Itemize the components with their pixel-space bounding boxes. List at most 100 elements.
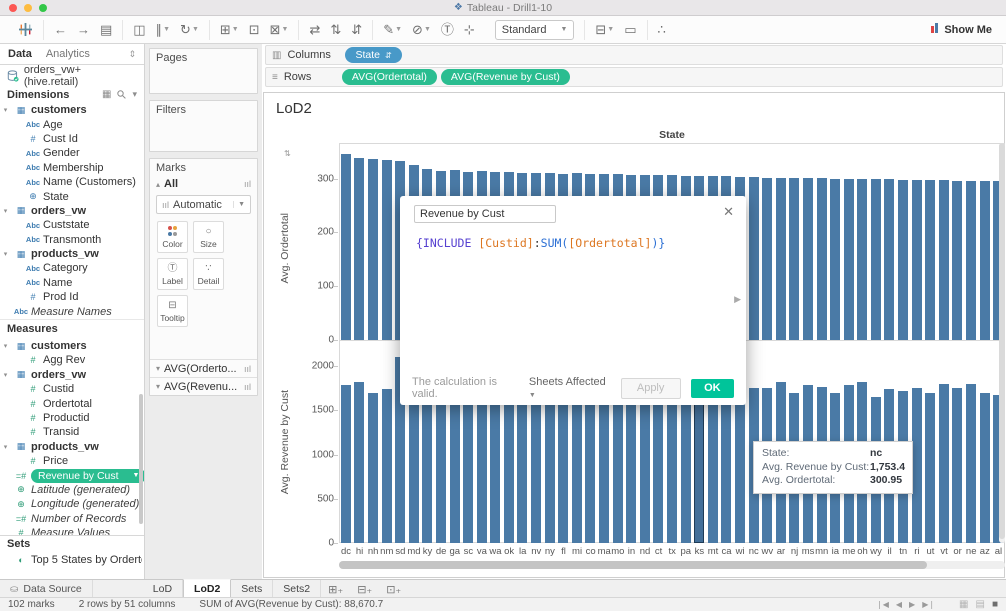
sheets-affected-link[interactable]: Sheets Affected ▼ [529,376,611,400]
horizontal-scrollbar[interactable] [339,561,1005,569]
bar-ok[interactable] [504,389,514,543]
field-gender[interactable]: AbcGender [0,146,144,160]
new-worksheet-button[interactable]: ⊞₊ [321,580,350,598]
fix-axes-button[interactable]: ⊹ [464,21,475,39]
y-axis-title-ordertotal[interactable]: Avg. Ordertotal [278,161,292,336]
marks-subcard-revenue[interactable]: ▾ AVG(Revenu... ııl [150,377,257,395]
pill-avg-ordertotal-[interactable]: AVG(Ordertotal) [342,69,437,85]
x-label-md[interactable]: md [407,546,421,557]
bar-oh[interactable] [857,179,867,340]
refresh-button[interactable]: ↻▼ [180,21,199,39]
pause-updates-button[interactable]: ∥▼ [156,21,170,39]
bar-az[interactable] [980,393,990,543]
bar-dc[interactable] [341,154,351,340]
x-label-wi[interactable]: wi [733,546,747,557]
back-button[interactable]: ← [54,21,67,39]
x-label-ok[interactable]: ok [502,546,516,557]
x-label-dc[interactable]: dc [339,546,353,557]
bar-ar[interactable] [776,178,786,340]
sheet-tab-lod[interactable]: LoD [143,580,183,598]
bar-ks[interactable] [694,388,704,543]
bar-or[interactable] [952,388,962,543]
last-page-icon[interactable]: ▶❘ [922,600,935,609]
tooltip-button[interactable]: ⊟Tooltip [157,295,188,327]
bar-az[interactable] [980,181,990,340]
bar-ne[interactable] [966,181,976,340]
bar-ct[interactable] [653,393,663,543]
bar-de[interactable] [436,389,446,543]
new-worksheet-button[interactable]: ⊞▼ [220,21,239,39]
field-prod-id[interactable]: #Prod Id [0,290,144,304]
field-name[interactable]: AbcName [0,276,144,290]
x-label-mn[interactable]: mn [815,546,829,557]
field-custstate[interactable]: AbcCuststate [0,218,144,232]
field-revenue-by-cust[interactable]: =#Revenue by Cust▼ [0,468,144,482]
field-products-vw[interactable]: ▾▦products_vw [0,440,144,454]
detail-button[interactable]: ∵Detail [193,258,224,290]
field-state[interactable]: ⊕State [0,189,144,203]
text-label-button[interactable]: Ⓣ [441,21,454,39]
highlight-button[interactable]: ✎▼ [383,21,402,39]
forward-button[interactable]: → [77,21,90,39]
bar-pa[interactable] [681,390,691,543]
sidebar-scrollbar[interactable] [139,394,143,524]
color-button[interactable]: Color [157,221,188,253]
x-label-sd[interactable]: sd [393,546,407,557]
x-label-oh[interactable]: oh [855,546,869,557]
bar-me[interactable] [844,179,854,340]
view-full-icon[interactable]: ■ [992,599,998,610]
x-label-in[interactable]: in [624,546,638,557]
x-label-ca[interactable]: ca [720,546,734,557]
first-page-icon[interactable]: ❘◀ [876,600,889,609]
x-label-ny[interactable]: ny [543,546,557,557]
horizontal-scrollbar-thumb[interactable] [339,561,927,569]
x-label-hi[interactable]: hi [353,546,367,557]
x-label-al[interactable]: al [991,546,1005,557]
field-agg-rev[interactable]: #Agg Rev [0,353,144,367]
x-label-de[interactable]: de [434,546,448,557]
bar-ky[interactable] [422,387,432,543]
tab-analytics[interactable]: Analytics [46,48,90,60]
x-label-nj[interactable]: nj [788,546,802,557]
bar-vt[interactable] [939,180,949,340]
marks-subcard-ordertotal[interactable]: ▾ AVG(Orderto... ııl [150,359,257,377]
field-transmonth[interactable]: AbcTransmonth [0,233,144,247]
field-orders-vw[interactable]: ▾▦orders_vw [0,368,144,382]
column-field-header[interactable]: State [339,129,1005,141]
swap-button[interactable]: ⇄ [309,21,320,39]
bar-ut[interactable] [925,180,935,340]
bar-nm[interactable] [382,389,392,543]
x-label-wa[interactable]: wa [489,546,503,557]
view-filmstrip-icon[interactable]: ▤ [976,599,985,610]
show-mark-labels-button[interactable]: ⊟▼ [595,21,614,39]
field-age[interactable]: AbcAge [0,117,144,131]
field-name-customers-[interactable]: AbcName (Customers) [0,175,144,189]
mark-type-dropdown[interactable]: ııl Automatic ▼ [156,195,251,214]
bar-in[interactable] [626,389,636,543]
bar-ut[interactable] [925,393,935,543]
x-label-il[interactable]: il [883,546,897,557]
x-label-pa[interactable]: pa [679,546,693,557]
x-label-fl[interactable]: fl [556,546,570,557]
bar-wi[interactable] [735,389,745,543]
close-window-button[interactable] [9,4,17,12]
x-label-ms[interactable]: ms [801,546,815,557]
ok-button[interactable]: OK [691,379,734,398]
field-measure-values[interactable]: #Measure Values [0,526,144,535]
x-label-nd[interactable]: nd [638,546,652,557]
new-dashboard-button[interactable]: ⊟₊ [350,580,379,598]
label-button[interactable]: ⓉLabel [157,258,188,290]
minimize-window-button[interactable] [24,4,32,12]
apply-button[interactable]: Apply [621,378,681,399]
share-button[interactable]: ∴ [658,21,666,39]
field-category[interactable]: AbcCategory [0,261,144,275]
x-label-sc[interactable]: sc [461,546,475,557]
formula-editor[interactable]: {INCLUDE [Custid]:SUM([Ordertotal])} [416,236,665,250]
bar-nc[interactable] [749,177,759,340]
field-ordertotal[interactable]: #Ordertotal [0,396,144,410]
bar-ma[interactable] [599,391,609,543]
next-page-icon[interactable]: ▶ [909,600,915,609]
bar-ri[interactable] [912,180,922,340]
zoom-window-button[interactable] [39,4,47,12]
x-label-nm[interactable]: nm [380,546,394,557]
